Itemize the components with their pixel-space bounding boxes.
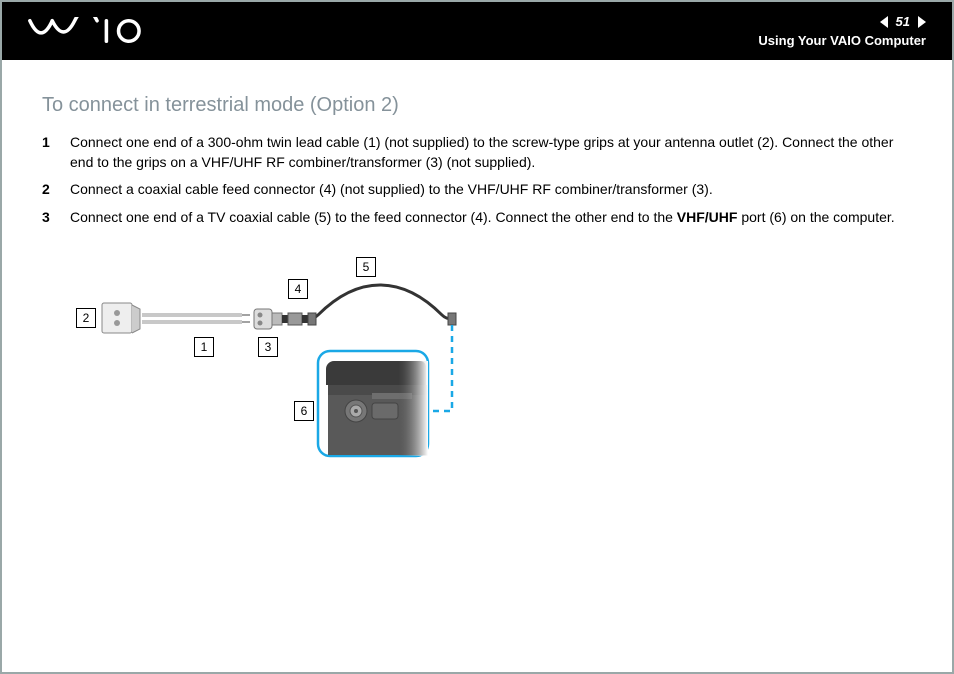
page-nav: 51 — [758, 14, 926, 29]
step-number: 1 — [42, 133, 70, 172]
step-number: 3 — [42, 208, 70, 228]
page-content: To connect in terrestrial mode (Option 2… — [2, 60, 952, 463]
page-header: 51 Using Your VAIO Computer — [2, 2, 952, 60]
callout-6: 6 — [294, 401, 314, 421]
vaio-logo — [28, 17, 159, 45]
step-text: Connect one end of a 300-ohm twin lead c… — [70, 133, 912, 172]
step-text: Connect one end of a TV coaxial cable (5… — [70, 208, 912, 228]
callout-2: 2 — [76, 308, 96, 328]
callout-4: 4 — [288, 279, 308, 299]
step-item: 3 Connect one end of a TV coaxial cable … — [42, 208, 912, 228]
section-title: Using Your VAIO Computer — [758, 33, 926, 48]
step-item: 1 Connect one end of a 300-ohm twin lead… — [42, 133, 912, 172]
header-right: 51 Using Your VAIO Computer — [758, 14, 926, 48]
vaio-logo-svg — [28, 17, 159, 45]
page-number: 51 — [894, 14, 912, 29]
callout-1: 1 — [194, 337, 214, 357]
content-heading: To connect in terrestrial mode (Option 2… — [42, 94, 912, 117]
prev-page-icon[interactable] — [880, 16, 888, 28]
page-frame: 51 Using Your VAIO Computer To connect i… — [0, 0, 954, 674]
step-number: 2 — [42, 180, 70, 200]
callout-3: 3 — [258, 337, 278, 357]
step-list: 1 Connect one end of a 300-ohm twin lead… — [42, 133, 912, 227]
step-item: 2 Connect a coaxial cable feed connector… — [42, 180, 912, 200]
next-page-icon[interactable] — [918, 16, 926, 28]
callout-5: 5 — [356, 257, 376, 277]
connection-diagram: 2 1 3 4 5 6 — [72, 253, 532, 463]
step-text: Connect a coaxial cable feed connector (… — [70, 180, 912, 200]
